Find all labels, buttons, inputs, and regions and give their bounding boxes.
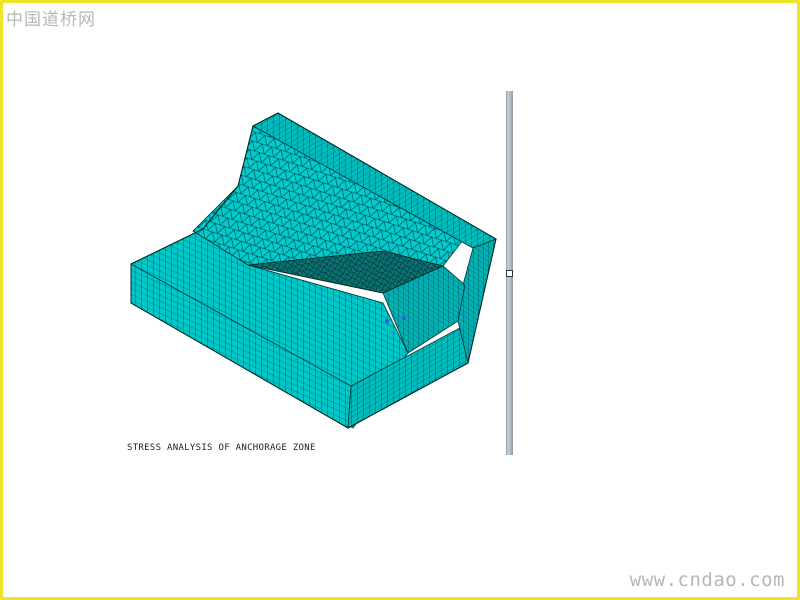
model-caption: STRESS ANALYSIS OF ANCHORAGE ZONE	[127, 443, 316, 453]
watermark-bottom: www.cndao.com	[629, 569, 785, 591]
anchorage-zone-mesh	[130, 112, 497, 429]
anchor-point	[402, 316, 406, 320]
splitter-handle[interactable]	[506, 270, 513, 277]
anchor-point	[385, 319, 389, 323]
fem-viewport[interactable]	[3, 3, 800, 600]
screen: 中国道桥网 STRESS ANALYSIS OF ANCHORAGE ZONE …	[0, 0, 800, 600]
web-end-face	[457, 238, 497, 364]
